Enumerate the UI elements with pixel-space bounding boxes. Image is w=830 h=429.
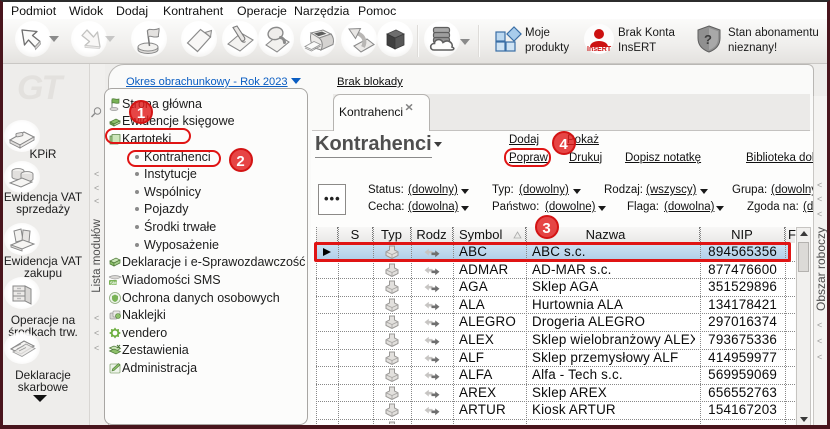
svg-text:?: ?: [704, 32, 712, 47]
svg-text:SMS: SMS: [110, 281, 120, 286]
svg-text:InsERT: InsERT: [587, 46, 612, 53]
